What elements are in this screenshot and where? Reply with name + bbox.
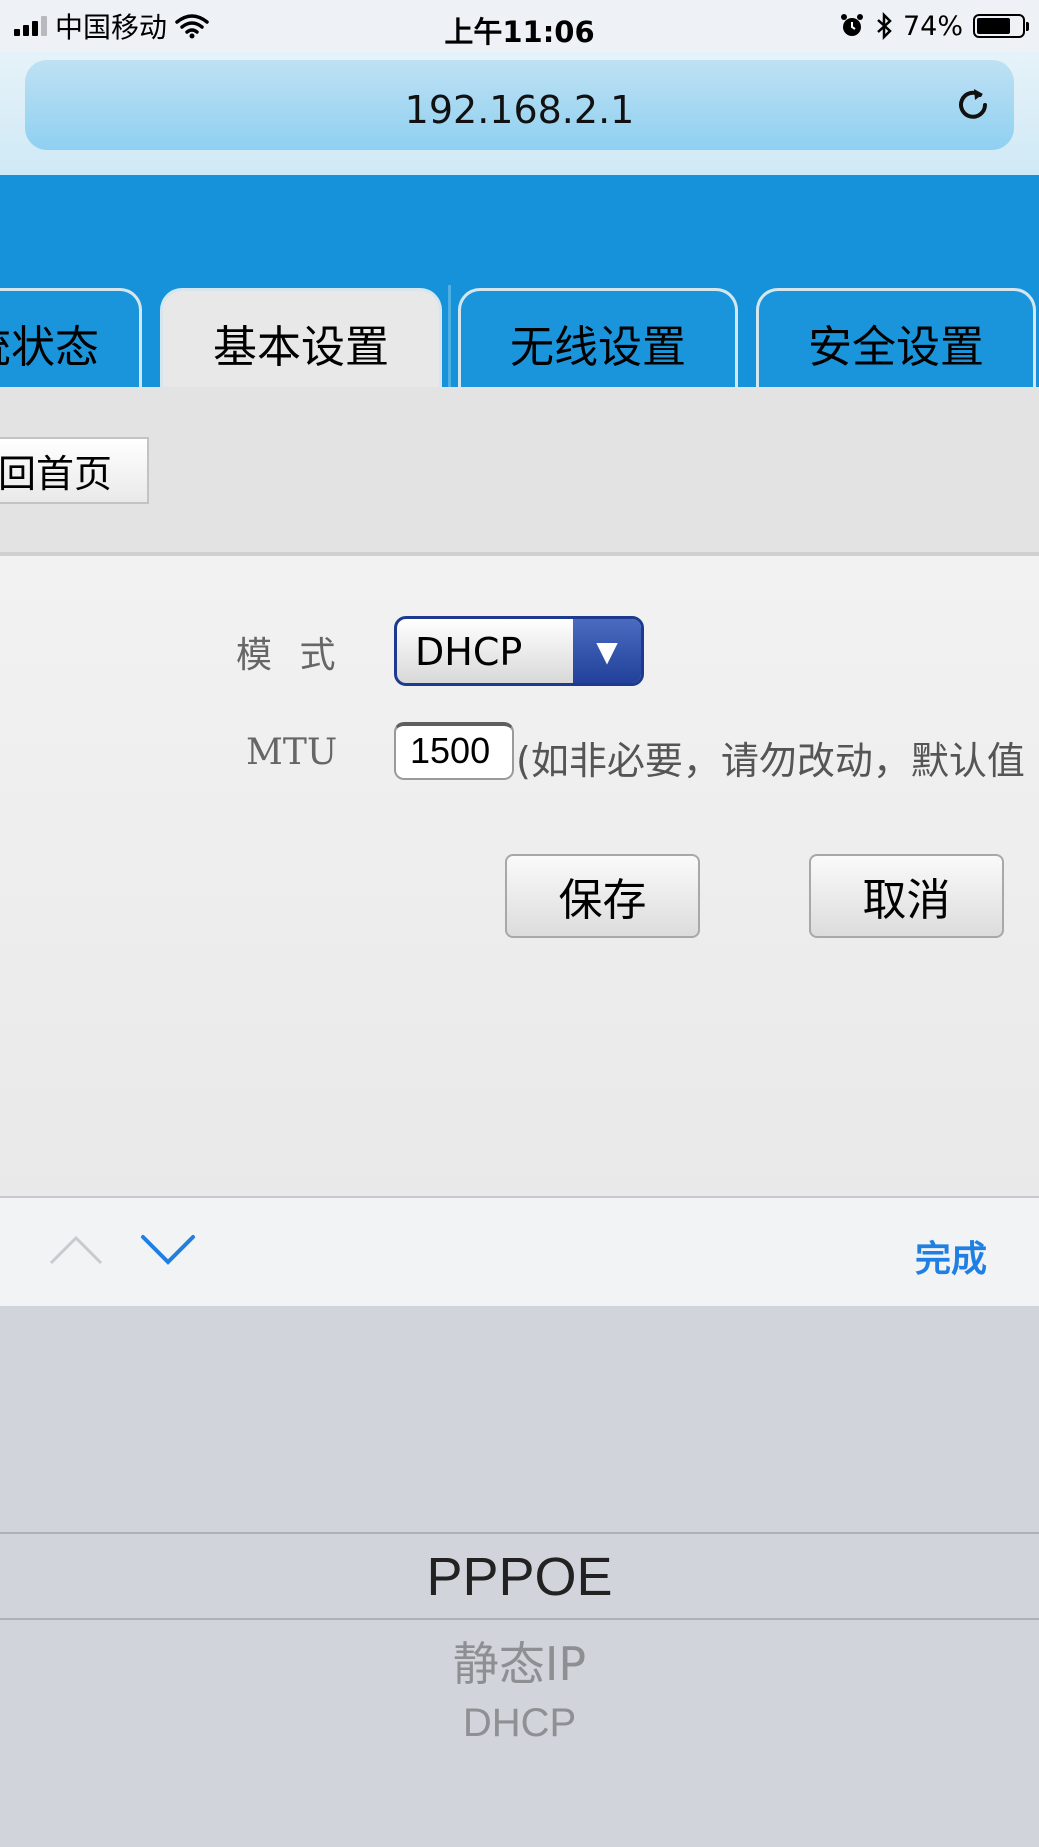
mtu-label: MTU: [246, 732, 338, 773]
settings-form: 模 式 DHCP ▼ MTU 1500 (如非必要，请勿改动，默认值 保存 取消: [0, 556, 1039, 1196]
status-bar: 中国移动 上午11:06 74%: [0, 0, 1039, 52]
subnav: 回首页: [0, 387, 1039, 556]
home-button[interactable]: 回首页: [0, 437, 149, 504]
tab-strip: 统状态 基本设置 无线设置 安全设置: [0, 285, 1039, 387]
reload-icon[interactable]: [954, 85, 994, 125]
chevron-up-icon[interactable]: [48, 1234, 104, 1266]
tab-wireless-settings[interactable]: 无线设置: [458, 288, 738, 387]
status-right: 74%: [839, 9, 1029, 43]
router-header: [0, 175, 1039, 285]
done-button[interactable]: 完成: [915, 1230, 987, 1282]
battery-icon: [973, 14, 1029, 38]
bluetooth-icon: [877, 12, 892, 40]
tab-divider: [448, 285, 451, 387]
picker-selection-bottom: [0, 1618, 1039, 1620]
option-picker[interactable]: PPPOE 静态IP DHCP: [0, 1306, 1039, 1847]
chevron-down-icon[interactable]: [140, 1234, 196, 1266]
save-button[interactable]: 保存: [505, 854, 700, 938]
mtu-hint: (如非必要，请勿改动，默认值: [516, 739, 1025, 783]
mode-value: DHCP: [415, 630, 523, 674]
browser-header: 192.168.2.1: [0, 52, 1039, 175]
tab-security-settings[interactable]: 安全设置: [756, 288, 1036, 387]
picker-option-dhcp[interactable]: DHCP: [0, 1701, 1039, 1746]
mode-select[interactable]: DHCP ▼: [394, 616, 644, 686]
picker-option-pppoe[interactable]: PPPOE: [0, 1546, 1039, 1608]
picker-selection-top: [0, 1532, 1039, 1534]
battery-percent: 74%: [902, 10, 963, 42]
keyboard-accessory-bar: 完成: [0, 1196, 1039, 1308]
address-bar[interactable]: 192.168.2.1: [25, 60, 1014, 150]
dropdown-arrow-icon[interactable]: ▼: [573, 619, 641, 683]
cancel-button[interactable]: 取消: [809, 854, 1004, 938]
alarm-icon: [840, 14, 863, 36]
tab-status[interactable]: 统状态: [0, 288, 142, 387]
mode-label: 模 式: [236, 635, 344, 676]
mtu-input[interactable]: 1500: [394, 722, 514, 780]
picker-option-static-ip[interactable]: 静态IP: [0, 1628, 1039, 1694]
url-text: 192.168.2.1: [404, 88, 635, 132]
tab-basic-settings[interactable]: 基本设置: [160, 288, 442, 387]
